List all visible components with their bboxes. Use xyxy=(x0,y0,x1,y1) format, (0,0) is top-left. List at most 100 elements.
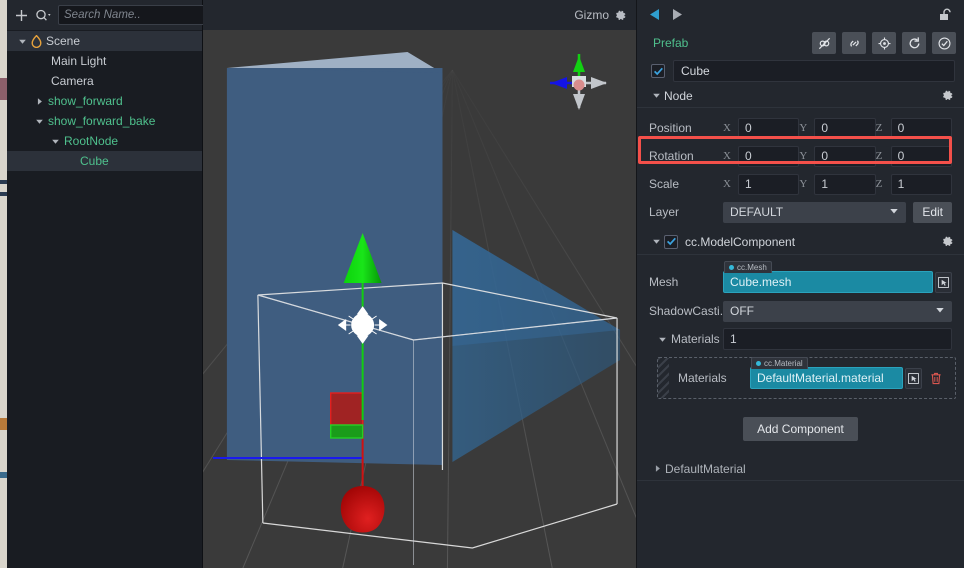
axis-label-x: X xyxy=(723,122,738,134)
scale-x-input[interactable] xyxy=(738,174,799,195)
material-asset-field[interactable]: cc.Material DefaultMaterial.material xyxy=(750,367,945,389)
apply-prefab-button[interactable] xyxy=(932,32,956,54)
model-component-properties: Mesh cc.Mesh Cube.mesh xyxy=(637,255,964,353)
tree-node-label: Cube xyxy=(78,154,109,168)
scale-z-input[interactable] xyxy=(891,174,952,195)
chevron-down-icon[interactable] xyxy=(657,335,668,344)
position-y-input[interactable] xyxy=(814,118,875,139)
gear-icon[interactable] xyxy=(614,7,627,23)
materials-array-toggle[interactable]: Materials xyxy=(649,332,723,346)
node-section-header[interactable]: Node xyxy=(637,84,964,108)
axis-label-x: X xyxy=(723,178,738,190)
rotation-z-input[interactable] xyxy=(891,146,952,167)
locate-asset-icon[interactable] xyxy=(935,272,952,293)
scale-y-input[interactable] xyxy=(814,174,875,195)
locate-prefab-button[interactable] xyxy=(872,32,896,54)
chevron-down-icon[interactable] xyxy=(648,232,664,252)
hierarchy-toolbar xyxy=(7,0,202,30)
node-name-row xyxy=(637,58,964,84)
mesh-type-label: cc.Mesh xyxy=(737,263,767,272)
tree-node-main-light[interactable]: Main Light xyxy=(7,51,202,71)
axis-label-z: Z xyxy=(876,122,891,134)
rotation-x-input[interactable] xyxy=(738,146,799,167)
tree-node-label: show_forward_bake xyxy=(46,114,155,128)
shadow-casting-label: ShadowCasti... xyxy=(649,304,723,318)
axis-navigation-widget[interactable] xyxy=(548,52,610,114)
layer-select[interactable]: DEFAULT xyxy=(723,202,906,223)
materials-count-input[interactable] xyxy=(723,328,952,350)
tree-node-label: RootNode xyxy=(62,134,118,148)
edge-mark-2 xyxy=(0,180,7,184)
gizmo-plane-xy xyxy=(331,393,363,425)
tree-node-cube[interactable]: Cube xyxy=(7,151,202,171)
scene-canvas[interactable] xyxy=(203,30,636,568)
layer-edit-button[interactable]: Edit xyxy=(913,202,952,223)
model-component-title: cc.ModelComponent xyxy=(685,235,795,249)
arrow-forward-icon[interactable] xyxy=(672,8,683,21)
gear-icon[interactable] xyxy=(941,89,954,102)
shadow-casting-select[interactable]: OFF xyxy=(723,301,952,322)
material-value: DefaultMaterial.material xyxy=(757,371,884,385)
tree-node-rootnode[interactable]: RootNode xyxy=(7,131,202,151)
arrow-back-icon[interactable] xyxy=(649,8,660,21)
search-dropdown-icon[interactable] xyxy=(34,7,53,23)
material-asset-value-box[interactable]: cc.Material DefaultMaterial.material xyxy=(750,367,903,389)
array-drag-handle[interactable] xyxy=(658,358,669,398)
layer-row: Layer DEFAULT Edit xyxy=(649,198,952,226)
tree-node-show-forward[interactable]: show_forward xyxy=(7,91,202,111)
scene-toolbar: Gizmo xyxy=(203,0,636,30)
node-enabled-checkbox[interactable] xyxy=(651,64,665,78)
mesh-row: Mesh cc.Mesh Cube.mesh xyxy=(649,267,952,297)
rotation-label: Rotation xyxy=(649,149,723,163)
chevron-down-icon[interactable] xyxy=(32,111,46,131)
plus-icon[interactable] xyxy=(13,7,29,23)
rotation-row: Rotation X Y Z xyxy=(649,142,952,170)
chevron-right-icon[interactable] xyxy=(32,91,46,111)
mesh-type-tag: cc.Mesh xyxy=(724,261,772,273)
model-component-header[interactable]: cc.ModelComponent xyxy=(637,229,964,255)
gear-icon[interactable] xyxy=(941,235,954,248)
mesh-value: Cube.mesh xyxy=(730,275,791,289)
node-name-input[interactable] xyxy=(673,60,955,82)
scene-view-panel: Gizmo xyxy=(203,0,636,568)
add-component-button[interactable]: Add Component xyxy=(743,417,858,441)
asset-type-dot xyxy=(729,265,734,270)
tree-node-scene[interactable]: Scene xyxy=(7,31,202,51)
layer-label: Layer xyxy=(649,205,723,219)
model-component-enabled-checkbox[interactable] xyxy=(664,235,678,249)
lock-open-icon[interactable] xyxy=(938,7,952,21)
tree-node-show-forward-bake[interactable]: show_forward_bake xyxy=(7,111,202,131)
revert-prefab-button[interactable] xyxy=(902,32,926,54)
tree-node-camera[interactable]: Camera xyxy=(7,71,202,91)
mesh-label: Mesh xyxy=(649,275,723,289)
locate-asset-icon[interactable] xyxy=(905,368,922,389)
cocos-creator-editor: Scene Main Light Camera show_forward xyxy=(0,0,964,568)
edge-mark-1 xyxy=(0,78,7,100)
link-prefab-button[interactable] xyxy=(842,32,866,54)
axis-label-y: Y xyxy=(799,122,814,134)
edge-mark-4 xyxy=(0,418,7,430)
asset-type-dot xyxy=(756,361,761,366)
default-material-label: DefaultMaterial xyxy=(665,462,746,476)
search-input[interactable] xyxy=(58,5,226,25)
mesh-asset-value-box[interactable]: cc.Mesh Cube.mesh xyxy=(723,271,933,293)
prefab-bar: Prefab xyxy=(637,28,964,58)
edge-mark-5 xyxy=(0,472,7,478)
rotation-y-input[interactable] xyxy=(814,146,875,167)
chevron-right-icon[interactable] xyxy=(649,457,665,481)
default-material-section[interactable]: DefaultMaterial xyxy=(637,457,964,481)
gizmo-handle-x xyxy=(341,486,385,533)
unlink-prefab-button[interactable] xyxy=(812,32,836,54)
chevron-down-icon[interactable] xyxy=(48,131,62,151)
position-x-input[interactable] xyxy=(738,118,799,139)
gizmo-label: Gizmo xyxy=(574,8,609,22)
position-z-input[interactable] xyxy=(891,118,952,139)
chevron-down-icon[interactable] xyxy=(648,84,664,108)
axis-label-x: X xyxy=(723,150,738,162)
chevron-down-icon[interactable] xyxy=(15,31,29,51)
trash-icon[interactable] xyxy=(927,368,945,389)
adjacent-window-edge xyxy=(0,0,7,568)
position-vector: X Y Z xyxy=(723,118,952,139)
mesh-asset-field[interactable]: cc.Mesh Cube.mesh xyxy=(723,271,952,293)
node-section-title: Node xyxy=(664,89,693,103)
